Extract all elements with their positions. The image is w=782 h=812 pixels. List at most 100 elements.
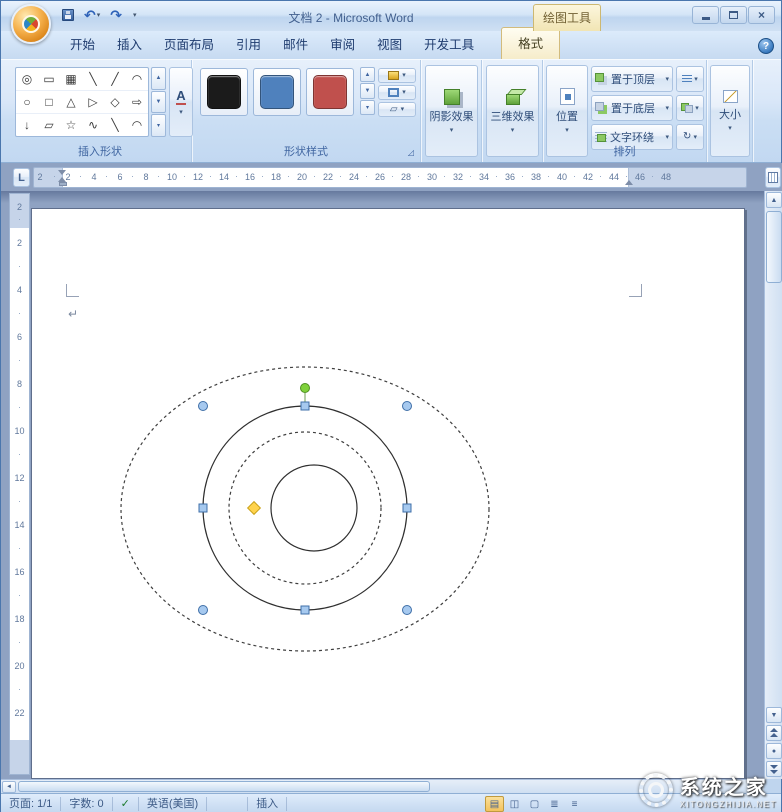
view-print-layout-button[interactable]: ▤ <box>485 796 504 812</box>
shape-icon[interactable]: ▭ <box>38 68 60 90</box>
shape-icon[interactable]: △ <box>60 91 82 113</box>
shape-icon[interactable]: ▦ <box>60 68 82 90</box>
align-button[interactable]: ▾ <box>676 66 704 92</box>
save-button[interactable] <box>59 6 77 24</box>
tab-developer[interactable]: 开发工具 <box>413 29 485 59</box>
shape-icon[interactable]: ╲ <box>82 68 104 90</box>
selected-circle[interactable] <box>203 406 407 610</box>
shape-icon[interactable]: ◠ <box>126 114 148 136</box>
resize-handle-top-right[interactable] <box>403 402 412 411</box>
shape-icon[interactable]: ◠ <box>126 68 148 90</box>
adjust-handle[interactable] <box>248 502 261 515</box>
undo-button[interactable]: ↶▾ <box>81 6 103 24</box>
gallery-more-button[interactable]: ▾ <box>151 114 166 137</box>
rotate-handle[interactable] <box>301 384 310 393</box>
tab-review[interactable]: 审阅 <box>319 29 366 59</box>
shape-icon[interactable]: ⇨ <box>126 91 148 113</box>
style-more-button[interactable]: ▾ <box>360 100 375 115</box>
style-scroll-up-button[interactable]: ▲ <box>360 67 375 82</box>
proofing-status-icon[interactable]: ✓ <box>113 797 139 811</box>
tab-view[interactable]: 视图 <box>366 29 413 59</box>
vertical-ruler[interactable]: 22·4·6·8·10·12·14·16·18·20·22· <box>9 193 30 775</box>
minimize-button[interactable] <box>692 6 719 24</box>
shape-icon[interactable]: ╱ <box>104 68 126 90</box>
shape-icon[interactable]: ▷ <box>82 91 104 113</box>
shape-icon[interactable]: ▱ <box>38 114 60 136</box>
tab-page-layout[interactable]: 页面布局 <box>153 29 225 59</box>
change-shape-button[interactable]: ▱▾ <box>378 102 416 117</box>
shape-outline-button[interactable]: ▾ <box>378 85 416 100</box>
office-button[interactable] <box>11 4 51 44</box>
tab-home[interactable]: 开始 <box>59 29 106 59</box>
document-page[interactable]: ↵ <box>31 208 745 779</box>
resize-handle-bottom[interactable] <box>301 606 309 614</box>
resize-handle-bottom-left[interactable] <box>199 606 208 615</box>
word-count[interactable]: 字数: 0 <box>61 797 112 811</box>
vertical-scrollbar[interactable]: ▲ ▼ ● <box>764 191 782 779</box>
inner-circle[interactable] <box>271 465 357 551</box>
shape-style-blue[interactable] <box>253 68 301 116</box>
shape-style-red[interactable] <box>306 68 354 116</box>
bring-to-front-button[interactable]: 置于顶层 ▾ <box>591 66 673 92</box>
qat-customize-button[interactable]: ▾ <box>129 6 140 24</box>
shape-icon[interactable]: ☆ <box>60 114 82 136</box>
redo-button[interactable]: ↷ <box>107 6 125 24</box>
resize-handle-bottom-right[interactable] <box>403 606 412 615</box>
tab-mailings[interactable]: 邮件 <box>272 29 319 59</box>
send-to-back-button[interactable]: 置于底层 ▾ <box>591 95 673 121</box>
view-fullscreen-reading-button[interactable]: ◫ <box>505 796 524 812</box>
shadow-effects-button[interactable]: 阴影效果 ▾ <box>425 65 478 157</box>
ruler-tick: · <box>521 171 524 181</box>
shape-icon[interactable]: ∿ <box>82 114 104 136</box>
view-web-layout-button[interactable]: ▢ <box>525 796 544 812</box>
shape-icon[interactable]: ◇ <box>104 91 126 113</box>
shape-icon[interactable]: ↓ <box>16 114 38 136</box>
tab-stop-selector[interactable]: L <box>13 168 30 187</box>
language-indicator[interactable]: 英语(美国) <box>139 797 207 811</box>
group-objects-button[interactable]: ▾ <box>676 95 704 121</box>
size-button[interactable]: 大小 ▾ <box>710 65 750 157</box>
ruler-toggle-button[interactable] <box>765 167 781 188</box>
shape-icon[interactable]: ╲ <box>104 114 126 136</box>
vertical-scroll-thumb[interactable] <box>766 211 782 283</box>
maximize-button[interactable] <box>720 6 747 24</box>
shape-icon[interactable]: ◎ <box>16 68 38 90</box>
view-draft-button[interactable]: ≡ <box>565 796 584 812</box>
ruler-number: 44 <box>609 172 619 182</box>
shape-style-black[interactable] <box>200 68 248 116</box>
page-indicator[interactable]: 页面: 1/1 <box>1 797 61 811</box>
style-scroll-down-button[interactable]: ▼ <box>360 83 375 98</box>
right-indent-marker[interactable] <box>625 180 633 185</box>
left-indent-marker[interactable] <box>59 182 67 186</box>
drawing-canvas[interactable] <box>32 209 746 779</box>
horizontal-scroll-thumb[interactable] <box>18 781 430 792</box>
style-gallery-arrows: ▲ ▼ ▾ <box>360 67 375 115</box>
help-button[interactable]: ? <box>758 38 774 54</box>
scroll-left-button[interactable]: ◄ <box>2 781 16 793</box>
tab-insert[interactable]: 插入 <box>106 29 153 59</box>
resize-handle-left[interactable] <box>199 504 207 512</box>
shape-style-buttons: ▾ ▾ ▱▾ <box>378 68 416 117</box>
edit-text-button[interactable]: A ▾ <box>169 67 193 137</box>
view-outline-button[interactable]: ≣ <box>545 796 564 812</box>
resize-handle-right[interactable] <box>403 504 411 512</box>
gallery-scroll-up-button[interactable]: ▲ <box>151 67 166 90</box>
horizontal-ruler[interactable]: 22·4·6·8·10·12·14·16·18·20·22·24·26·28·3… <box>33 167 747 188</box>
previous-page-button[interactable] <box>766 725 782 741</box>
insert-mode-indicator[interactable]: 插入 <box>247 797 287 811</box>
first-line-indent-marker[interactable] <box>58 170 66 175</box>
scroll-down-button[interactable]: ▼ <box>766 707 782 723</box>
three-d-effects-button[interactable]: 三维效果 ▾ <box>486 65 539 157</box>
dialog-launcher-button[interactable]: ◿ <box>405 147 417 159</box>
close-button[interactable]: × <box>748 6 775 24</box>
select-browse-object-button[interactable]: ● <box>766 743 782 759</box>
scroll-up-button[interactable]: ▲ <box>766 192 782 208</box>
dropdown-icon: ▾ <box>401 106 405 113</box>
shape-fill-button[interactable]: ▾ <box>378 68 416 83</box>
resize-handle-top-left[interactable] <box>199 402 208 411</box>
resize-handle-top[interactable] <box>301 402 309 410</box>
shape-icon[interactable]: □ <box>38 91 60 113</box>
gallery-scroll-down-button[interactable]: ▼ <box>151 91 166 114</box>
shape-icon[interactable]: ○ <box>16 91 38 113</box>
tab-references[interactable]: 引用 <box>225 29 272 59</box>
